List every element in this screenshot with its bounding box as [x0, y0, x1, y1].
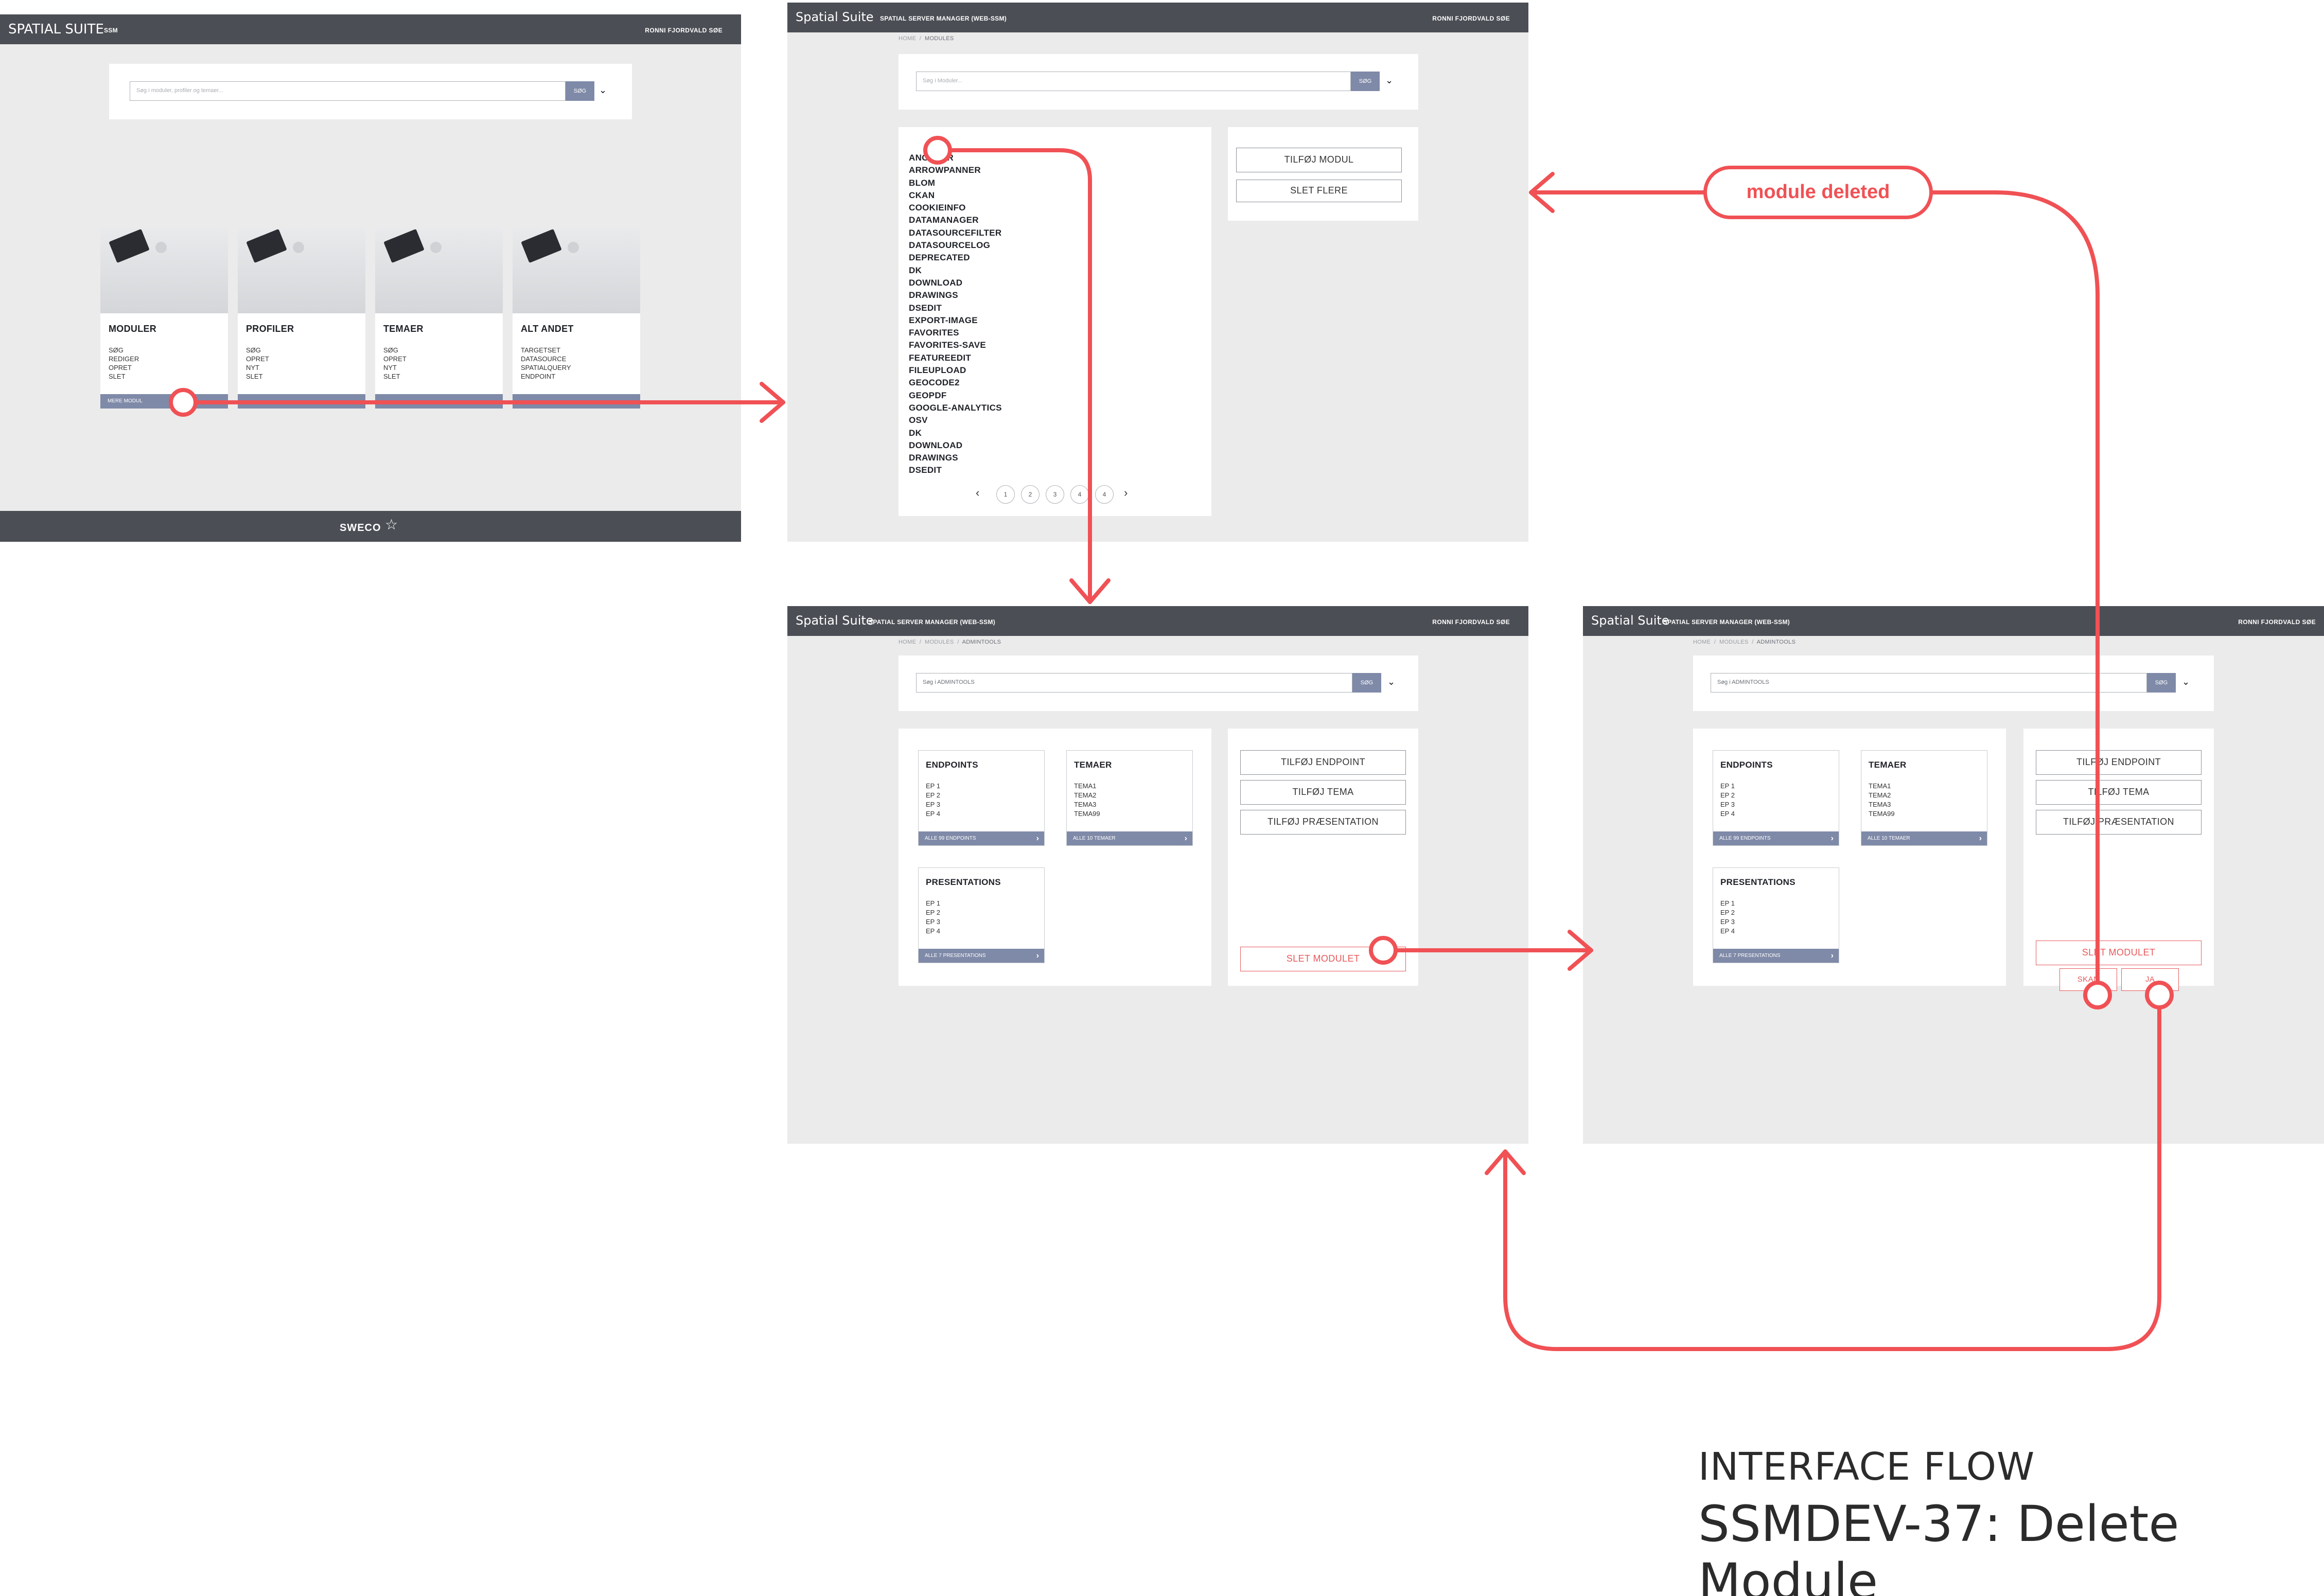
flow-node	[2145, 981, 2174, 1009]
flow-arrow-modules-to-admintools	[948, 148, 1092, 604]
flow-node	[169, 388, 198, 417]
flow-node	[923, 136, 952, 165]
flow-node	[1369, 936, 1398, 965]
flow-arrow-deleted-to-modules	[1931, 190, 2100, 997]
diagram-subtitle: SSMDEV-37: Delete Module	[1698, 1495, 2179, 1596]
flow-arrows	[169, 136, 2174, 1351]
flow-arrow-cancel-return	[1503, 993, 2161, 1351]
module-deleted-label: module deleted	[1703, 166, 1933, 219]
diagram-title: INTERFACE FLOW	[1698, 1445, 2035, 1489]
flow-node	[2083, 981, 2112, 1009]
